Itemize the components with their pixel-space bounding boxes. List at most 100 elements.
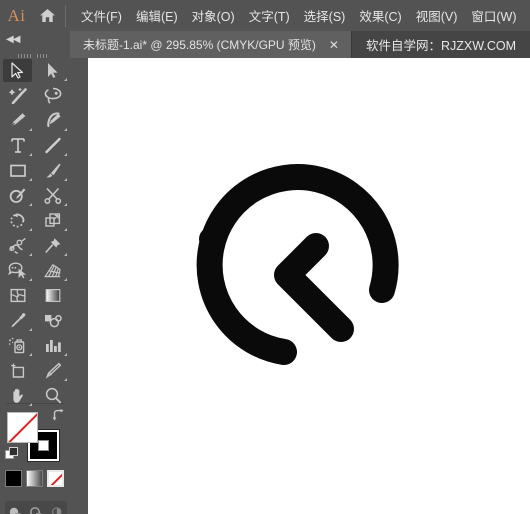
- tool-flyout-indicator[interactable]: [64, 353, 67, 356]
- mesh-tool[interactable]: [0, 283, 35, 308]
- width-tool[interactable]: [0, 233, 35, 258]
- magnifier-dot: [199, 227, 223, 251]
- tool-flyout-indicator[interactable]: [64, 178, 67, 181]
- tool-flyout-indicator[interactable]: [29, 253, 32, 256]
- pen-nib-icon: [11, 113, 26, 127]
- slice-tool[interactable]: [35, 358, 70, 383]
- tool-flyout-indicator[interactable]: [29, 178, 32, 181]
- tool-flyout-indicator[interactable]: [29, 153, 32, 156]
- tool-row: [0, 158, 70, 183]
- document-tab-title: 未标题-1.ai* @ 295.85% (CMYK/GPU 预览): [83, 38, 316, 52]
- pen-tool[interactable]: [0, 108, 35, 133]
- shaper-tool[interactable]: [0, 183, 35, 208]
- tool-flyout-indicator[interactable]: [29, 128, 32, 131]
- draw-normal-icon: [10, 507, 21, 514]
- tool-flyout-indicator[interactable]: [64, 128, 67, 131]
- magnifying-glass-artwork[interactable]: [88, 58, 530, 514]
- tool-flyout-indicator[interactable]: [64, 378, 67, 381]
- drawing-mode-behind[interactable]: [26, 501, 47, 514]
- tool-row: [0, 58, 70, 83]
- magnifier-icon: [45, 387, 61, 404]
- shape-builder-tool[interactable]: [0, 258, 35, 283]
- gradient-tool[interactable]: [35, 283, 70, 308]
- magic-wand-tool[interactable]: [0, 83, 35, 108]
- tool-flyout-indicator[interactable]: [29, 353, 32, 356]
- tool-flyout-indicator[interactable]: [64, 253, 67, 256]
- tool-flyout-indicator[interactable]: [29, 278, 32, 281]
- rectangle-tool[interactable]: [0, 158, 35, 183]
- tool-flyout-indicator[interactable]: [29, 203, 32, 206]
- paintbrush-tool[interactable]: [35, 158, 70, 183]
- artboard-icon: [10, 363, 24, 378]
- tool-flyout-indicator[interactable]: [29, 228, 32, 231]
- menu-type[interactable]: 文字(T): [242, 3, 297, 28]
- menu-bar: Ai 文件(F) 编辑(E) 对象(O) 文字(T) 选择(S) 效果(C) 视…: [0, 0, 530, 31]
- menu-edit[interactable]: 编辑(E): [129, 3, 185, 28]
- tool-flyout-indicator[interactable]: [29, 328, 32, 331]
- lasso-icon: [44, 87, 61, 104]
- fill-none-indicator: [8, 413, 37, 442]
- gradient-swatch[interactable]: [26, 470, 43, 487]
- menu-object[interactable]: 对象(O): [185, 3, 242, 28]
- tool-flyout-indicator[interactable]: [64, 153, 67, 156]
- drawing-mode-normal[interactable]: [5, 501, 26, 514]
- menu-select[interactable]: 选择(S): [297, 3, 353, 28]
- document-tab[interactable]: 未标题-1.ai* @ 295.85% (CMYK/GPU 预览) ✕: [70, 31, 352, 58]
- none-slash-icon: [49, 472, 62, 485]
- direct-selection-tool[interactable]: [35, 58, 70, 83]
- shape-builder-icon: [8, 262, 26, 279]
- line-segment-tool[interactable]: [35, 133, 70, 158]
- none-swatch[interactable]: [47, 470, 64, 487]
- free-transform-tool[interactable]: [35, 233, 70, 258]
- tool-row: [0, 358, 70, 383]
- blend-icon: [45, 315, 62, 328]
- selection-tool[interactable]: [0, 58, 35, 83]
- menu-window[interactable]: 窗口(W): [464, 3, 523, 28]
- fill-swatch[interactable]: [7, 412, 38, 443]
- color-swatch-black[interactable]: [5, 470, 22, 487]
- perspective-grid-tool[interactable]: [35, 258, 70, 283]
- tool-row: [0, 233, 70, 258]
- stroke-swatch-inner: [38, 440, 49, 451]
- curvature-tool[interactable]: [35, 108, 70, 133]
- drawing-mode-inside[interactable]: [46, 501, 67, 514]
- scale-icon: [44, 213, 60, 227]
- tool-row: [0, 308, 70, 333]
- tool-flyout-indicator[interactable]: [64, 203, 67, 206]
- scale-tool[interactable]: [35, 208, 70, 233]
- tool-flyout-indicator[interactable]: [29, 403, 32, 406]
- menu-view[interactable]: 视图(V): [409, 3, 465, 28]
- ai-logo: Ai: [7, 5, 26, 25]
- menubar-divider: [65, 4, 66, 27]
- tool-flyout-indicator[interactable]: [64, 78, 67, 81]
- document-tab-bar: ◀◀ 未标题-1.ai* @ 295.85% (CMYK/GPU 预览) ✕ 软…: [0, 31, 530, 79]
- gradient-icon: [45, 289, 60, 302]
- tool-row: [0, 183, 70, 208]
- line-segment-icon: [44, 137, 61, 154]
- close-icon[interactable]: ✕: [329, 39, 339, 51]
- tool-flyout-indicator[interactable]: [64, 228, 67, 231]
- menu-effect[interactable]: 效果(C): [352, 3, 408, 28]
- symbol-sprayer-icon: [8, 337, 25, 354]
- document-canvas[interactable]: [88, 58, 530, 514]
- menu-file[interactable]: 文件(F): [74, 3, 129, 28]
- blend-tool[interactable]: [35, 308, 70, 333]
- type-tool[interactable]: [0, 133, 35, 158]
- artboard-tool[interactable]: [0, 358, 35, 383]
- color-mode-swatches: [5, 470, 65, 494]
- scissors-tool[interactable]: [35, 183, 70, 208]
- tool-flyout-indicator[interactable]: [64, 278, 67, 281]
- lasso-tool[interactable]: [35, 83, 70, 108]
- rectangle-icon: [9, 164, 26, 177]
- column-graph-tool[interactable]: [35, 333, 70, 358]
- home-icon[interactable]: [33, 0, 61, 31]
- rotate-tool[interactable]: [0, 208, 35, 233]
- tool-row: [0, 333, 70, 358]
- default-fill-stroke-icon[interactable]: [5, 447, 18, 460]
- collapse-panel-icon[interactable]: ◀◀: [6, 35, 20, 45]
- eyedropper-tool[interactable]: [0, 308, 35, 333]
- swap-fill-stroke-icon[interactable]: [52, 409, 65, 422]
- tool-panel-drag-handle[interactable]: [18, 48, 52, 79]
- tool-row: [0, 108, 70, 133]
- symbol-sprayer-tool[interactable]: [0, 333, 35, 358]
